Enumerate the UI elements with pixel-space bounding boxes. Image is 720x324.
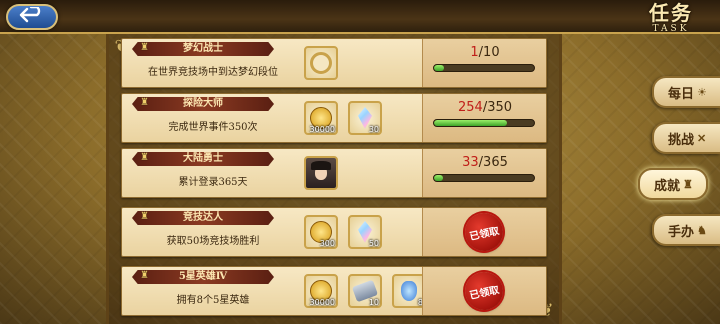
task-desc: 在世界竞技场中到达梦幻段位 [148,67,278,78]
task-progress: 33/365 [422,149,546,197]
reward-scroll-icon[interactable]: 10 [348,274,382,308]
task-card-explore-master[interactable]: ♜ 探险大师 完成世界事件350次 30000 30 254/350 [121,93,547,143]
task-name: 梦幻战士 [132,42,274,56]
back-button[interactable] [6,4,58,30]
progress-fill [434,120,507,126]
page-title-en: TASK [652,24,690,34]
claimed-seal: 已领取 [461,268,507,314]
task-desc: 累计登录365天 [178,177,248,188]
crossed-swords-icon: ✕ [697,131,707,145]
task-name: 竞技达人 [132,211,274,225]
task-progress: 1/10 [422,39,546,87]
task-card-five-star-hero[interactable]: ♜ 5星英雄Ⅳ 拥有8个5星英雄 30000 10 8 已领取 [121,266,547,316]
progress-bar [433,119,535,127]
task-name: 大陆勇士 [132,152,274,166]
task-list[interactable]: ❦ ❦ ♜ 梦幻战士 在世界竞技场中到达梦幻段位 1/10 ♜ 探险大师 完成世… [106,34,562,324]
tab-challenge[interactable]: 挑战 ✕ [652,122,720,154]
progress-text: 1/10 [470,45,500,60]
progress-fill [434,175,443,181]
progress-text: 254/350 [457,100,513,115]
trophy-icon: ♜ [140,211,149,222]
task-card-arena-expert[interactable]: ♜ 竞技达人 获取50场竞技场胜利 300 50 已领取 [121,207,547,257]
progress-fill [434,65,444,71]
reward-rainbow-crystal-icon[interactable]: 50 [348,215,382,249]
trophy-icon: ♜ [140,152,149,163]
page-title: 任务 TASK [628,2,714,42]
reward-rainbow-crystal-icon[interactable]: 30 [348,101,382,135]
reward-gold-coin-icon[interactable]: 300 [304,215,338,249]
top-bar: 任务 TASK [0,0,720,34]
task-card-dream-warrior[interactable]: ♜ 梦幻战士 在世界竞技场中到达梦幻段位 1/10 [121,38,547,88]
tab-label: 每日 [668,86,695,102]
task-desc: 拥有8个5星英雄 [176,295,250,306]
trophy-icon: ♜ [140,97,149,108]
reward-gold-coin-icon[interactable]: 30000 [304,274,338,308]
progress-bar [433,64,535,72]
task-name: 5星英雄Ⅳ [132,270,274,284]
tab-label: 成就 [654,178,681,194]
figure-icon: ♞ [697,223,707,237]
sun-icon: ☀ [697,85,707,99]
tab-label: 挑战 [668,132,695,148]
progress-bar [433,174,535,182]
tab-daily[interactable]: 每日 ☀ [652,76,720,108]
progress-text: 33/365 [462,155,508,170]
trophy-icon: ♜ [140,270,149,281]
tab-label: 手办 [668,224,695,240]
task-desc: 完成世界事件350次 [168,122,258,133]
task-card-continent-warrior[interactable]: ♜ 大陆勇士 累计登录365天 33/365 [121,148,547,198]
tab-figure[interactable]: 手办 ♞ [652,214,720,246]
task-status: 已领取 [422,267,546,315]
task-name: 探险大师 [132,97,274,111]
task-desc: 获取50场竞技场胜利 [166,236,260,247]
back-arrow-icon [19,5,45,27]
trophy-icon: ♜ [683,177,693,191]
claimed-seal: 已领取 [461,209,507,255]
reward-potion-icon[interactable]: 8 [392,274,426,308]
task-progress: 254/350 [422,94,546,142]
page-title-cn: 任务 [649,1,693,25]
reward-gold-coin-icon[interactable]: 30000 [304,101,338,135]
reward-frame-icon[interactable] [304,46,338,80]
task-status: 已领取 [422,208,546,256]
trophy-icon: ♜ [140,42,149,53]
reward-hero-portrait-icon[interactable] [304,156,338,190]
tab-achievement[interactable]: 成就 ♜ [638,168,708,200]
